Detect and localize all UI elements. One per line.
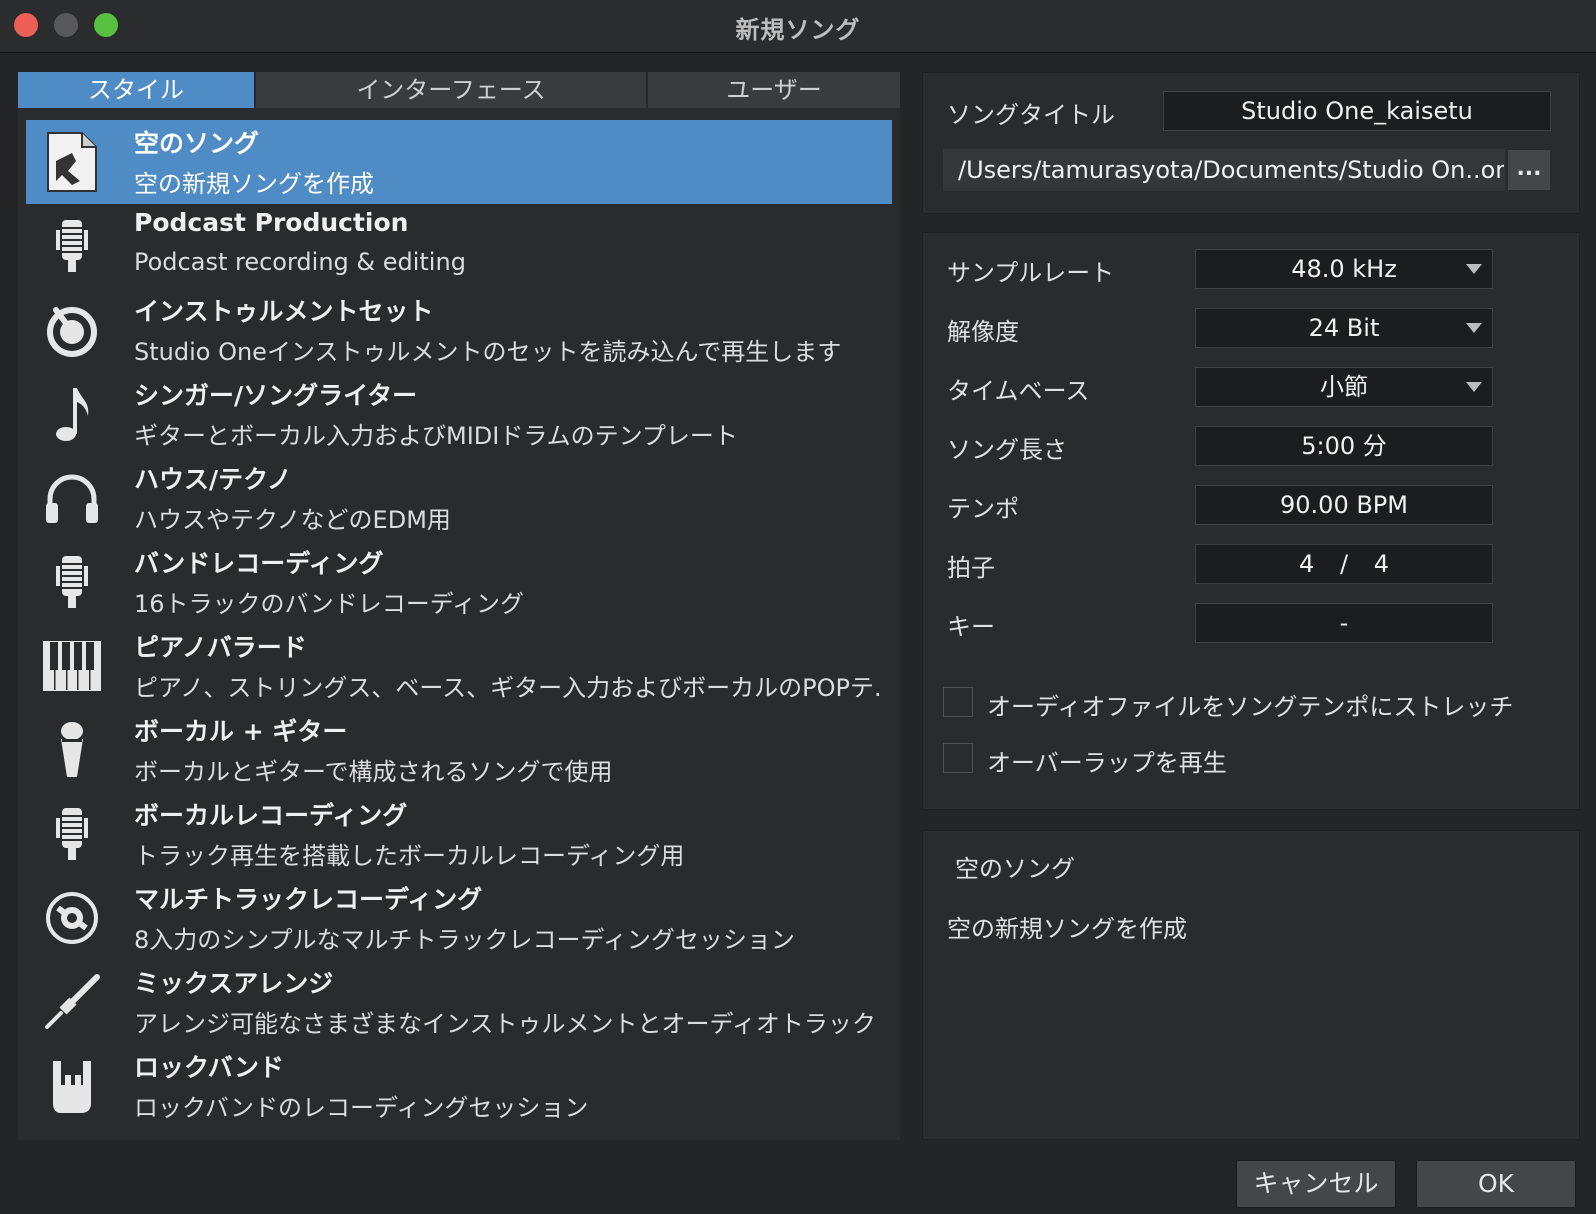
template-title: 空のソング: [134, 129, 260, 158]
timebase-select[interactable]: 小節: [1195, 367, 1493, 407]
template-description-panel: 空のソング 空の新規ソングを作成: [922, 830, 1580, 1140]
template-item-piano-ballad[interactable]: ピアノバラード ピアノ、ストリングス、ベース、ギター入力およびボーカルのPOPテ…: [26, 624, 892, 708]
tab-user[interactable]: ユーザー: [648, 72, 900, 108]
empty-song-icon: [40, 130, 104, 194]
key-label: キー: [947, 613, 995, 641]
browse-path-button[interactable]: ...: [1507, 149, 1551, 191]
song-path-field[interactable]: /Users/tamurasyota/Documents/Studio On..…: [943, 149, 1505, 191]
time-signature-label: 拍子: [947, 554, 995, 582]
template-subtitle: 空の新規ソングを作成: [134, 170, 374, 198]
piano-keys-icon: [40, 634, 104, 698]
stretch-audio-label: オーディオファイルをソングテンポにストレッチ: [987, 693, 1514, 721]
template-subtitle: アレンジ可能なさまざまなインストゥルメントとオーディオトラック: [134, 1010, 876, 1038]
template-subtitle: ロックバンドのレコーディングセッション: [134, 1094, 589, 1122]
microphone-icon: [40, 550, 104, 614]
template-subtitle: Studio Oneインストゥルメントのセットを読み込んで再生します: [134, 338, 842, 366]
timebase-value: 小節: [1320, 373, 1368, 401]
key-field[interactable]: -: [1195, 603, 1493, 643]
tab-style[interactable]: スタイル: [18, 72, 256, 108]
resolution-select[interactable]: 24 Bit: [1195, 308, 1493, 348]
microphone-icon: [40, 802, 104, 866]
ok-button[interactable]: OK: [1416, 1160, 1576, 1208]
headphones-icon: [40, 466, 104, 530]
resolution-value: 24 Bit: [1308, 314, 1380, 342]
template-subtitle: Podcast recording & editing: [134, 248, 466, 276]
song-length-field[interactable]: 5:00 分: [1195, 426, 1493, 466]
jack-plug-icon: [40, 970, 104, 1034]
time-signature-numerator[interactable]: 4: [1299, 550, 1314, 578]
rock-hand-icon: [40, 1054, 104, 1118]
sample-rate-label: サンプルレート: [947, 259, 1115, 287]
template-title: Podcast Production: [134, 208, 409, 237]
template-item-rock-band[interactable]: ロックバンド ロックバンドのレコーディングセッション: [26, 1044, 892, 1128]
song-length-label: ソング長さ: [947, 436, 1067, 464]
microphone-icon: [40, 214, 104, 278]
template-title: ボーカル + ギター: [134, 717, 348, 746]
template-item-vocal-guitar[interactable]: ボーカル + ギター ボーカルとギターで構成されるソングで使用: [26, 708, 892, 792]
template-item-band-recording[interactable]: バンドレコーディング 16トラックのバンドレコーディング: [26, 540, 892, 624]
chevron-down-icon: [1466, 382, 1482, 392]
disc-icon: [40, 886, 104, 950]
play-overlap-checkbox[interactable]: [943, 743, 973, 773]
template-subtitle: ボーカルとギターで構成されるソングで使用: [134, 758, 613, 786]
cancel-button[interactable]: キャンセル: [1236, 1160, 1396, 1208]
template-item-house-techno[interactable]: ハウス/テクノ ハウスやテクノなどのEDM用: [26, 456, 892, 540]
template-title: ピアノバラード: [134, 633, 307, 662]
tab-bar: スタイル インターフェース ユーザー: [18, 72, 900, 108]
song-title-label: ソングタイトル: [947, 101, 1115, 129]
resolution-label: 解像度: [947, 318, 1019, 346]
template-item-singer-songwriter[interactable]: シンガー/ソングライター ギターとボーカル入力およびMIDIドラムのテンプレート: [26, 372, 892, 456]
time-signature-denominator[interactable]: 4: [1374, 550, 1389, 578]
template-subtitle: トラック再生を搭載したボーカルレコーディング用: [134, 842, 685, 870]
template-list: 空のソング 空の新規ソングを作成 Podcast Production Podc…: [26, 120, 892, 1128]
tempo-field[interactable]: 90.00 BPM: [1195, 485, 1493, 525]
description-text: 空の新規ソングを作成: [947, 915, 1187, 943]
chevron-down-icon: [1466, 264, 1482, 274]
sample-rate-select[interactable]: 48.0 kHz: [1195, 249, 1493, 289]
template-subtitle: ギターとボーカル入力およびMIDIドラムのテンプレート: [134, 422, 738, 450]
window-title: 新規ソング: [735, 16, 861, 44]
template-subtitle: 16トラックのバンドレコーディング: [134, 590, 525, 618]
chevron-down-icon: [1466, 323, 1482, 333]
template-item-podcast[interactable]: Podcast Production Podcast recording & e…: [26, 204, 892, 288]
title-bar: 新規ソング: [0, 0, 1596, 53]
template-title: インストゥルメントセット: [134, 297, 434, 326]
template-title: シンガー/ソングライター: [134, 381, 418, 410]
template-subtitle: ハウスやテクノなどのEDM用: [134, 506, 451, 534]
template-title: ボーカルレコーディング: [134, 801, 408, 830]
song-settings-panel: サンプルレート 48.0 kHz 解像度 24 Bit タイムベース 小節 ソン…: [922, 232, 1580, 810]
template-item-instrument-set[interactable]: インストゥルメントセット Studio Oneインストゥルメントのセットを読み込…: [26, 288, 892, 372]
template-title: バンドレコーディング: [134, 549, 384, 578]
template-subtitle: ピアノ、ストリングス、ベース、ギター入力およびボーカルのPOPテ..: [134, 674, 884, 702]
time-signature-field[interactable]: 4 / 4: [1195, 544, 1493, 584]
template-item-empty-song[interactable]: 空のソング 空の新規ソングを作成: [26, 120, 892, 204]
template-item-mix-arrange[interactable]: ミックスアレンジ アレンジ可能なさまざまなインストゥルメントとオーディオトラック: [26, 960, 892, 1044]
template-browser: スタイル インターフェース ユーザー 空のソング 空の新規ソングを作成 Podc…: [18, 72, 900, 1140]
song-title-field[interactable]: Studio One_kaisetu: [1163, 91, 1551, 131]
template-subtitle: 8入力のシンプルなマルチトラックレコーディングセッション: [134, 926, 795, 954]
handheld-mic-icon: [40, 718, 104, 782]
sample-rate-value: 48.0 kHz: [1291, 255, 1397, 283]
timebase-label: タイムベース: [947, 377, 1090, 405]
description-title: 空のソング: [955, 855, 1075, 883]
template-title: マルチトラックレコーディング: [134, 885, 483, 914]
template-title: ロックバンド: [134, 1053, 285, 1082]
tempo-label: テンポ: [947, 495, 1019, 523]
knob-icon: [40, 298, 104, 362]
template-item-multitrack-recording[interactable]: マルチトラックレコーディング 8入力のシンプルなマルチトラックレコーディングセッ…: [26, 876, 892, 960]
time-signature-separator: /: [1339, 550, 1349, 578]
stretch-audio-checkbox[interactable]: [943, 687, 973, 717]
tab-interface[interactable]: インターフェース: [256, 72, 648, 108]
template-item-vocal-recording[interactable]: ボーカルレコーディング トラック再生を搭載したボーカルレコーディング用: [26, 792, 892, 876]
song-location-panel: ソングタイトル Studio One_kaisetu /Users/tamura…: [922, 72, 1580, 214]
template-title: ハウス/テクノ: [134, 465, 292, 494]
music-note-icon: [40, 382, 104, 446]
template-title: ミックスアレンジ: [134, 969, 334, 998]
play-overlap-label: オーバーラップを再生: [987, 749, 1227, 777]
